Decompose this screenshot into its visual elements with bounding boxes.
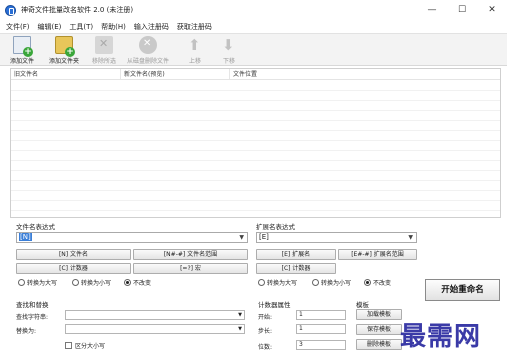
delete-from-disk-button[interactable]: 从磁盘删除文件 — [127, 36, 169, 65]
add-folder-label: 添加文件夹 — [49, 58, 80, 65]
ext-expr-value: [E] — [259, 233, 269, 241]
menu-bar: 文件(F) 编辑(E) 工具(T) 帮助(H) 输入注册码 获取注册码 — [0, 20, 507, 33]
insert-filename-range-button[interactable]: [N#-#] 文件名范围 — [133, 249, 248, 260]
menu-tools[interactable]: 工具(T) — [69, 22, 93, 32]
menu-help[interactable]: 帮助(H) — [101, 22, 126, 32]
save-template-button[interactable]: 保存模板 — [356, 324, 402, 335]
move-up-button[interactable]: 上移 — [186, 36, 204, 65]
counter-step-label: 步长: — [258, 328, 273, 335]
add-file-icon — [13, 36, 33, 57]
column-location[interactable]: 文件位置 — [230, 69, 500, 79]
checkbox-box — [65, 342, 72, 349]
counter-digits-input[interactable]: 3 — [296, 340, 346, 350]
filename-nochange-radio[interactable]: 不改变 — [124, 278, 151, 287]
case-sensitive-checkbox[interactable]: 区分大小写 — [65, 341, 105, 350]
chevron-down-icon: ▼ — [408, 234, 413, 241]
find-string-label: 查找字符串: — [16, 314, 49, 321]
radio-dot — [258, 279, 265, 286]
radio-dot — [72, 279, 79, 286]
radio-label: 转换为小写 — [81, 280, 112, 287]
find-string-input[interactable]: ▼ — [65, 310, 245, 320]
radio-dot — [312, 279, 319, 286]
ext-expr-combo[interactable]: [E] ▼ — [256, 232, 417, 243]
filename-lower-radio[interactable]: 转换为小写 — [72, 278, 111, 287]
maximize-button[interactable]: ☐ — [447, 0, 477, 20]
counter-start-input[interactable]: 1 — [296, 310, 346, 320]
delete-icon — [139, 36, 157, 54]
file-list-body — [11, 81, 500, 217]
menu-edit[interactable]: 编辑(E) — [38, 22, 62, 32]
insert-ext-range-button[interactable]: [E#-#] 扩展名范围 — [338, 249, 417, 260]
move-up-label: 上移 — [188, 58, 201, 65]
column-new-name[interactable]: 新文件名(预览) — [121, 69, 230, 79]
replace-label: 替换为: — [16, 328, 37, 335]
insert-ext-counter-button[interactable]: [C] 计数器 — [256, 263, 336, 274]
counter-props-label: 计数器属性 — [258, 301, 291, 309]
minimize-button[interactable]: — — [417, 0, 447, 20]
column-old-name[interactable]: 旧文件名 — [11, 69, 121, 79]
template-label: 模板 — [356, 301, 369, 309]
radio-label: 转换为大写 — [27, 280, 58, 287]
chevron-down-icon: ▼ — [238, 312, 242, 318]
add-file-button[interactable]: 添加文件 — [10, 36, 34, 65]
arrow-down-icon — [220, 36, 238, 54]
insert-ext-button[interactable]: [E] 扩展名 — [256, 249, 336, 260]
ext-upper-radio[interactable]: 转换为大写 — [258, 278, 297, 287]
ext-lower-radio[interactable]: 转换为小写 — [312, 278, 351, 287]
load-template-button[interactable]: 加载模板 — [356, 309, 402, 320]
toolbar: 添加文件 添加文件夹 移除所选 从磁盘删除文件 上移 下移 — [0, 33, 507, 66]
menu-file[interactable]: 文件(F) — [6, 22, 30, 32]
file-list[interactable]: 旧文件名 新文件名(预览) 文件位置 — [10, 68, 501, 218]
radio-dot — [18, 279, 25, 286]
move-down-button[interactable]: 下移 — [220, 36, 238, 65]
add-folder-icon — [55, 36, 75, 57]
chevron-down-icon: ▼ — [238, 326, 242, 332]
menu-get-code[interactable]: 获取注册码 — [177, 22, 212, 32]
ext-nochange-radio[interactable]: 不改变 — [364, 278, 391, 287]
filename-expr-label: 文件名表达式 — [16, 223, 55, 231]
add-file-label: 添加文件 — [10, 58, 35, 65]
replace-input[interactable]: ▼ — [65, 324, 245, 334]
ext-expr-label: 扩展名表达式 — [256, 223, 295, 231]
find-replace-label: 查找和替换 — [16, 301, 49, 309]
radio-label: 转换为小写 — [321, 280, 352, 287]
remove-selected-button[interactable]: 移除所选 — [92, 36, 116, 65]
arrow-up-icon — [186, 36, 204, 54]
remove-icon — [95, 36, 113, 54]
menu-enter-code[interactable]: 输入注册码 — [134, 22, 169, 32]
filename-expr-combo[interactable]: [N] ▼ — [16, 232, 248, 243]
chevron-down-icon: ▼ — [239, 234, 244, 241]
radio-dot — [124, 279, 131, 286]
radio-label: 不改变 — [373, 280, 392, 287]
counter-start-label: 开始: — [258, 314, 273, 321]
case-sensitive-label: 区分大小写 — [75, 343, 106, 350]
radio-label: 转换为大写 — [267, 280, 298, 287]
filename-upper-radio[interactable]: 转换为大写 — [18, 278, 57, 287]
counter-step-input[interactable]: 1 — [296, 324, 346, 334]
insert-filename-button[interactable]: [N] 文件名 — [16, 249, 131, 260]
insert-counter-button[interactable]: [C] 计数器 — [16, 263, 131, 274]
window-title: 神奇文件批量改名软件 2.0 (未注册) — [21, 6, 134, 14]
close-button[interactable]: ✕ — [477, 0, 507, 20]
title-bar: 神奇文件批量改名软件 2.0 (未注册) — ☐ ✕ — [0, 0, 507, 20]
filename-expr-value: [N] — [19, 233, 32, 241]
start-rename-button[interactable]: 开始重命名 — [425, 279, 500, 301]
file-list-header: 旧文件名 新文件名(预览) 文件位置 — [11, 69, 500, 80]
delete-from-disk-label: 从磁盘删除文件 — [127, 58, 170, 65]
watermark: 最需网 — [400, 322, 482, 352]
delete-template-button[interactable]: 删除模板 — [356, 339, 402, 350]
insert-macro-button[interactable]: [=?] 宏 — [133, 263, 248, 274]
remove-selected-label: 移除所选 — [92, 58, 117, 65]
radio-label: 不改变 — [133, 280, 152, 287]
radio-dot — [364, 279, 371, 286]
move-down-label: 下移 — [222, 58, 235, 65]
add-folder-button[interactable]: 添加文件夹 — [49, 36, 79, 65]
counter-digits-label: 位数: — [258, 344, 273, 351]
app-icon — [5, 4, 16, 16]
